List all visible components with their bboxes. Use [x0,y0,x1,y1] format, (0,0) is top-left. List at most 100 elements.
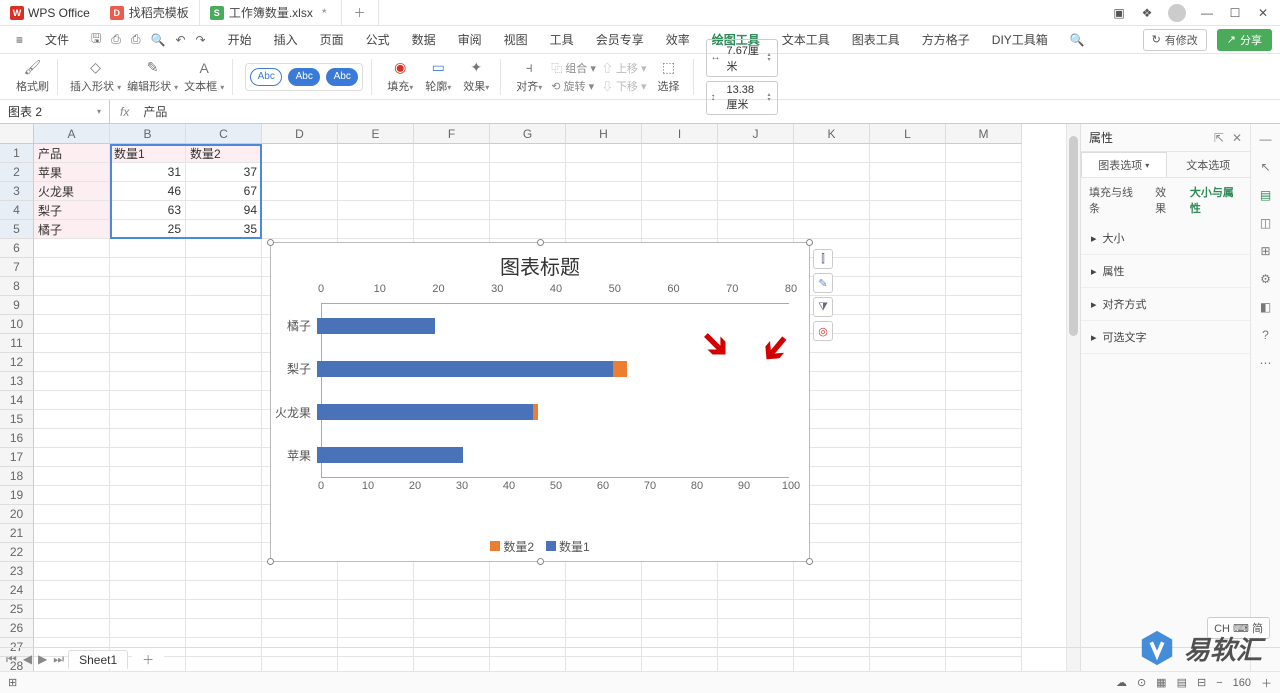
col-header-F[interactable]: F [414,124,490,144]
cell[interactable] [566,201,642,220]
row-header-9[interactable]: 9 [0,296,34,315]
backup-status-icon[interactable]: ⊙ [1137,676,1146,689]
effect-button[interactable]: ✦效果▾ [460,59,492,94]
row-header-2[interactable]: 2 [0,163,34,182]
panel-section-size[interactable]: ▸大小 [1081,222,1250,255]
cell[interactable] [870,220,946,239]
view-normal-icon[interactable]: ▦ [1156,676,1166,689]
cell[interactable] [186,391,262,410]
cell[interactable] [262,182,338,201]
cell[interactable] [946,182,1022,201]
cell[interactable] [186,296,262,315]
row-header-12[interactable]: 12 [0,353,34,372]
cell[interactable] [110,372,186,391]
cell[interactable] [110,258,186,277]
cell[interactable] [718,562,794,581]
panel-tab-text-options[interactable]: 文本选项 [1167,152,1251,177]
menu-file[interactable]: 文件 [37,28,77,51]
cell[interactable] [870,448,946,467]
cell[interactable] [642,220,718,239]
cell[interactable] [946,201,1022,220]
search-icon[interactable]: 🔍 [1062,30,1093,50]
col-header-H[interactable]: H [566,124,642,144]
cell[interactable] [718,600,794,619]
row-header-11[interactable]: 11 [0,334,34,353]
cell[interactable] [642,144,718,163]
print-icon[interactable]: ⎙ [131,32,141,47]
cloud-icon[interactable]: ❖ [1140,6,1154,20]
cell[interactable] [186,353,262,372]
cell[interactable] [338,600,414,619]
cell[interactable]: 37 [186,163,262,182]
cell[interactable] [490,600,566,619]
row-header-16[interactable]: 16 [0,429,34,448]
outline-button[interactable]: ▭轮廓▾ [422,59,454,94]
row-header-8[interactable]: 8 [0,277,34,296]
cell[interactable] [110,429,186,448]
row-header-13[interactable]: 13 [0,372,34,391]
cell[interactable] [34,543,110,562]
chart-elements-button[interactable]: ⫿ [813,249,833,269]
menu-review[interactable]: 审阅 [450,28,490,51]
cell[interactable] [870,505,946,524]
edit-shape-button[interactable]: ✎编辑形状 ▾ [127,59,178,94]
cell[interactable] [338,163,414,182]
panel-sub-size[interactable]: 大小与属性 [1190,184,1242,216]
cell[interactable] [794,581,870,600]
col-header-M[interactable]: M [946,124,1022,144]
row-header-26[interactable]: 26 [0,619,34,638]
add-sheet-button[interactable]: ＋ [132,649,164,670]
cell[interactable] [110,524,186,543]
cell[interactable] [110,619,186,638]
cell[interactable]: 31 [110,163,186,182]
cell[interactable]: 数量2 [186,144,262,163]
cell[interactable] [262,562,338,581]
cell[interactable] [186,486,262,505]
cell[interactable] [642,562,718,581]
cell[interactable] [870,562,946,581]
tab-templates[interactable]: D 找稻壳模板 [100,0,200,25]
chart-title[interactable]: 图表标题 [271,243,809,280]
cell[interactable] [946,296,1022,315]
preview-icon[interactable]: 🔍 [150,33,165,47]
cell[interactable] [338,201,414,220]
cell[interactable]: 数量1 [110,144,186,163]
cell[interactable] [946,505,1022,524]
cell[interactable] [870,581,946,600]
strip-help-icon[interactable]: ? [1262,328,1269,342]
row-header-5[interactable]: 5 [0,220,34,239]
cell[interactable] [946,619,1022,638]
view-page-icon[interactable]: ▤ [1177,676,1187,689]
cell[interactable] [110,315,186,334]
sheet-first-icon[interactable]: ⏮ [6,652,17,667]
maximize-button[interactable]: ☐ [1228,6,1242,20]
cell[interactable] [490,144,566,163]
cell[interactable] [566,600,642,619]
menu-diy[interactable]: DIY工具箱 [984,28,1056,51]
cell[interactable] [338,619,414,638]
cell[interactable] [946,334,1022,353]
row-header-6[interactable]: 6 [0,239,34,258]
cell[interactable] [110,505,186,524]
cell[interactable] [186,448,262,467]
strip-style-icon[interactable]: ◫ [1260,216,1271,230]
cell[interactable] [794,562,870,581]
name-box[interactable]: 图表 2▾ [0,100,110,123]
row-header-1[interactable]: 1 [0,144,34,163]
view-break-icon[interactable]: ⊟ [1197,676,1206,689]
cell[interactable] [946,144,1022,163]
cell[interactable] [110,562,186,581]
strip-layout-icon[interactable]: ▤ [1260,188,1271,202]
cell[interactable] [490,562,566,581]
cell[interactable] [34,562,110,581]
cell[interactable]: 94 [186,201,262,220]
close-button[interactable]: ✕ [1256,6,1270,20]
strip-more-icon[interactable]: ⋯ [1260,356,1272,370]
cell[interactable] [718,144,794,163]
cell[interactable] [186,619,262,638]
cell[interactable] [490,182,566,201]
cell[interactable] [186,258,262,277]
strip-adjust-icon[interactable]: ⚙ [1260,272,1271,286]
cell[interactable] [34,505,110,524]
cell[interactable] [186,429,262,448]
